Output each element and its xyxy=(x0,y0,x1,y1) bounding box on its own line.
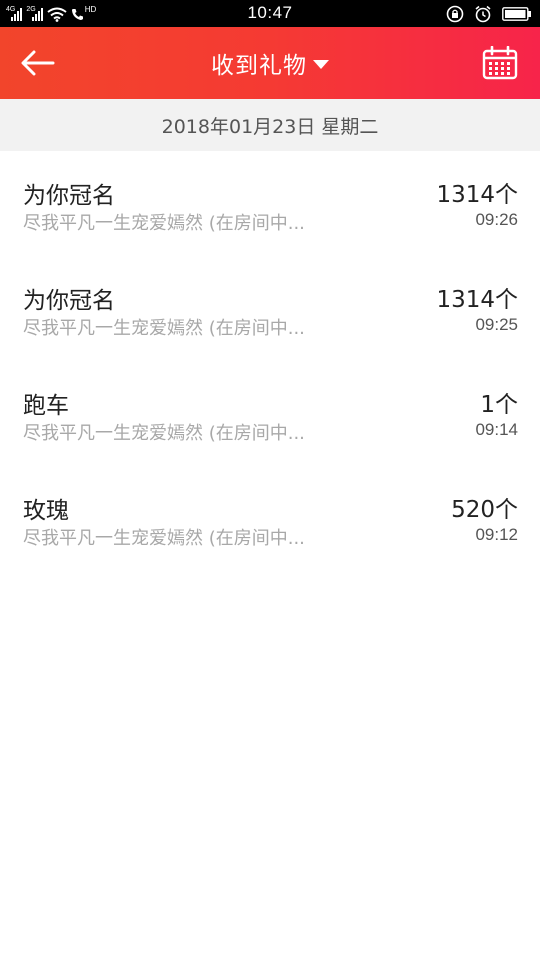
status-bar: 4G 2G HD 10:47 xyxy=(0,0,540,27)
gift-count: 1314个 xyxy=(436,182,518,208)
list-item[interactable]: 跑车 尽我平凡一生宠爱嫣然 (在房间中... 1个 09:14 xyxy=(0,361,540,466)
calendar-icon xyxy=(482,46,518,80)
gift-sender: 尽我平凡一生宠爱嫣然 (在房间中... xyxy=(23,528,305,549)
gift-sender: 尽我平凡一生宠爱嫣然 (在房间中... xyxy=(23,318,305,339)
gift-list: 为你冠名 尽我平凡一生宠爱嫣然 (在房间中... 1314个 09:26 为你冠… xyxy=(0,151,540,571)
gift-sender: 尽我平凡一生宠爱嫣然 (在房间中... xyxy=(23,213,305,234)
gift-time: 09:12 xyxy=(475,525,518,544)
status-right xyxy=(446,4,532,24)
app-header: 收到礼物 xyxy=(0,27,540,99)
caret-down-icon xyxy=(313,59,329,69)
gift-name: 跑车 xyxy=(23,393,69,419)
gift-time: 09:25 xyxy=(475,315,518,334)
gift-name: 为你冠名 xyxy=(23,288,115,314)
lock-rotation-icon xyxy=(446,5,464,23)
date-label: 2018年01月23日 星期二 xyxy=(161,115,379,138)
gift-name: 为你冠名 xyxy=(23,183,115,209)
list-item[interactable]: 为你冠名 尽我平凡一生宠爱嫣然 (在房间中... 1314个 09:26 xyxy=(0,151,540,256)
battery-icon xyxy=(502,7,531,21)
arrow-left-icon xyxy=(21,50,55,76)
back-button[interactable] xyxy=(14,41,62,85)
page-title: 收到礼物 xyxy=(211,53,307,79)
gift-time: 09:14 xyxy=(475,420,518,439)
gift-time: 09:26 xyxy=(475,210,518,229)
alarm-icon xyxy=(475,5,491,23)
gift-count: 1314个 xyxy=(436,287,518,313)
calendar-button[interactable] xyxy=(478,41,522,85)
date-header: 2018年01月23日 星期二 xyxy=(0,99,540,151)
list-item[interactable]: 为你冠名 尽我平凡一生宠爱嫣然 (在房间中... 1314个 09:25 xyxy=(0,256,540,361)
title-dropdown[interactable]: 收到礼物 xyxy=(211,46,329,80)
gift-name: 玫瑰 xyxy=(23,498,69,524)
gift-sender: 尽我平凡一生宠爱嫣然 (在房间中... xyxy=(23,423,305,444)
list-item[interactable]: 玫瑰 尽我平凡一生宠爱嫣然 (在房间中... 520个 09:12 xyxy=(0,466,540,571)
title-container: 收到礼物 xyxy=(0,27,540,99)
gift-count: 1个 xyxy=(480,392,518,418)
gift-count: 520个 xyxy=(451,497,518,523)
